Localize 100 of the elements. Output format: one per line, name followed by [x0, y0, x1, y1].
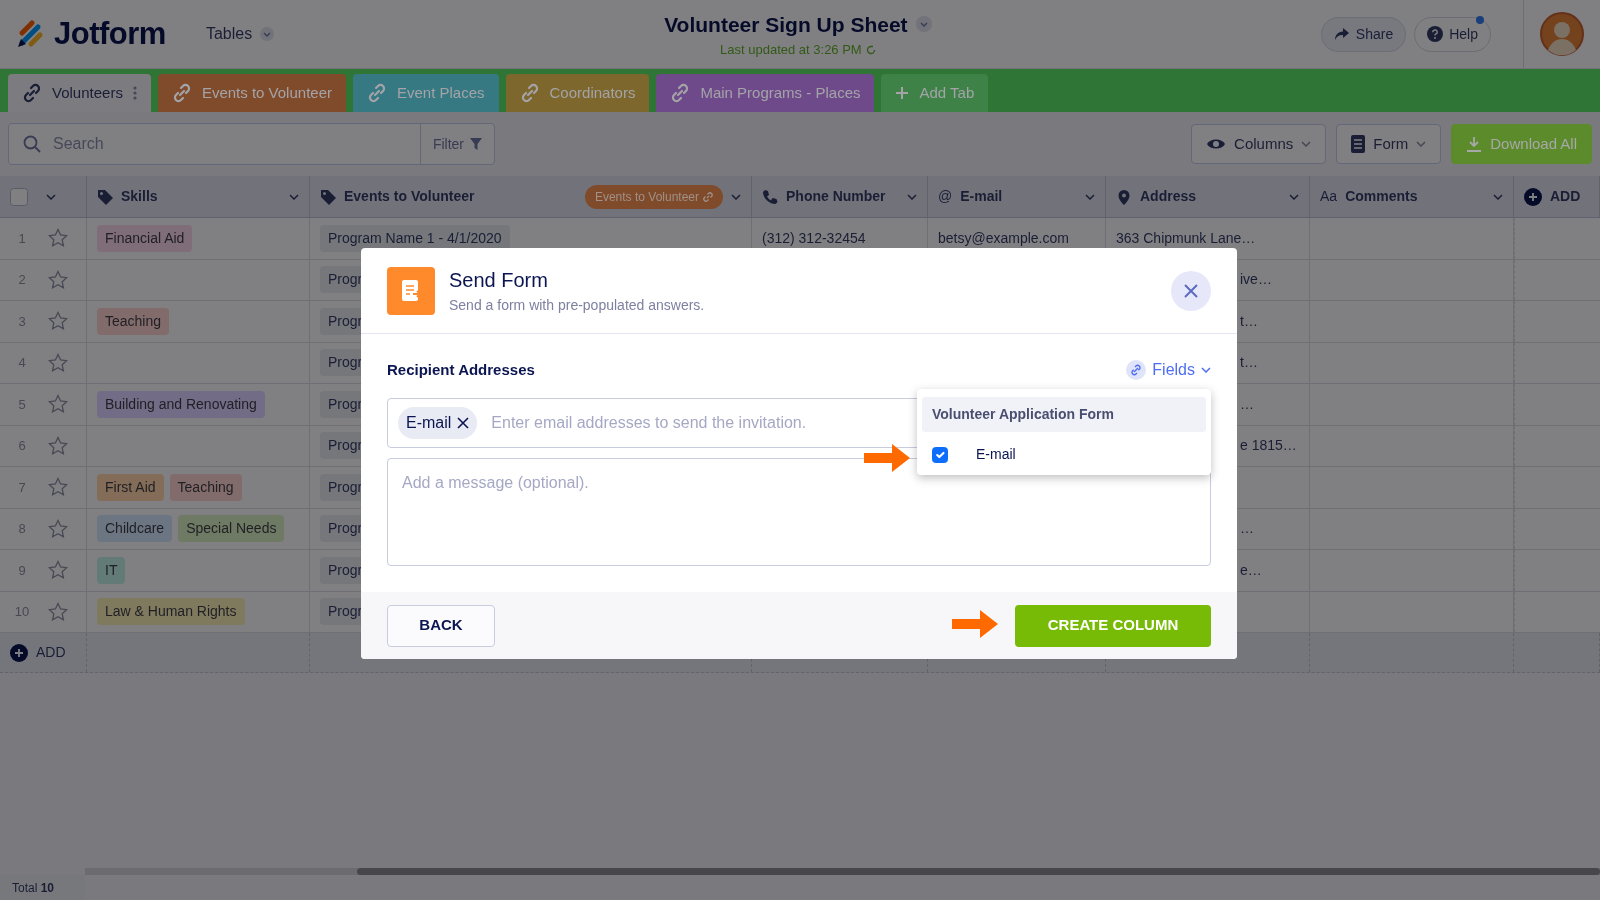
- star-icon[interactable]: [48, 269, 68, 290]
- table-cell-text: betsy@example.com: [938, 228, 1069, 248]
- create-column-button[interactable]: CREATE COLUMN: [1015, 604, 1211, 647]
- table-cell-text: ive…: [1240, 270, 1272, 290]
- table-tab[interactable]: Event Places: [353, 74, 499, 112]
- search-icon: [23, 135, 41, 153]
- plus-circle-icon: [10, 643, 28, 662]
- table-tab[interactable]: Coordinators: [505, 74, 650, 112]
- location-pin-icon: [1116, 188, 1132, 205]
- last-updated-text: Last updated at 3:26 PM: [720, 41, 862, 59]
- table-tab[interactable]: Main Programs - Places: [656, 74, 875, 112]
- table-cell-text: t…: [1240, 353, 1258, 373]
- back-button[interactable]: BACK: [387, 604, 495, 647]
- star-icon[interactable]: [48, 435, 68, 456]
- help-icon: [1427, 26, 1444, 42]
- table-cell-text: e 1815…: [1240, 436, 1297, 456]
- row-number: 7: [17, 478, 27, 497]
- close-icon: [457, 417, 470, 429]
- chevron-down-icon[interactable]: [915, 16, 932, 33]
- link-icon: [670, 83, 691, 103]
- skill-tag: Building and Renovating: [97, 390, 265, 418]
- star-icon[interactable]: [48, 228, 68, 249]
- add-row-button[interactable]: ADD: [10, 642, 66, 663]
- link-icon: [22, 83, 42, 103]
- column-type-icon: @: [938, 186, 953, 207]
- star-icon[interactable]: [48, 311, 68, 332]
- logo-text: Jotform: [54, 14, 166, 53]
- columns-button[interactable]: Columns: [1191, 124, 1327, 164]
- table-cell-text: …: [1240, 519, 1254, 539]
- skill-tag: Childcare: [97, 515, 173, 543]
- chevron-down-icon: [907, 193, 917, 200]
- chevron-down-icon: [260, 27, 275, 41]
- table-cell-text: t…: [1240, 311, 1258, 331]
- link-icon: [171, 83, 192, 103]
- notification-dot: [1476, 15, 1484, 24]
- table-tab[interactable]: Events to Volunteer: [157, 74, 346, 112]
- column-header[interactable]: Phone Number: [786, 186, 886, 207]
- message-field[interactable]: Add a message (optional).: [387, 458, 1211, 566]
- add-tab-button[interactable]: Add Tab: [881, 74, 989, 112]
- section-label: Recipient Addresses: [387, 359, 535, 380]
- select-all-checkbox[interactable]: [10, 187, 28, 206]
- column-header[interactable]: Address: [1140, 186, 1197, 207]
- star-icon[interactable]: [48, 518, 68, 539]
- chip-label: E-mail: [406, 413, 452, 433]
- skill-tag: Law & Human Rights: [97, 598, 245, 626]
- remove-chip-button[interactable]: [457, 417, 470, 429]
- share-icon: [1333, 27, 1350, 41]
- total-count: Total 10: [12, 879, 55, 897]
- download-icon: [1466, 136, 1483, 152]
- scrollbar[interactable]: [85, 868, 1600, 875]
- fields-button[interactable]: Fields: [1126, 358, 1211, 382]
- help-button[interactable]: Help: [1414, 16, 1491, 52]
- phone-icon: [762, 188, 778, 205]
- skill-tag: First Aid: [97, 473, 164, 501]
- plus-circle-icon: [1524, 187, 1542, 206]
- chevron-down-icon: [46, 193, 56, 200]
- chevron-down-icon: [1416, 141, 1427, 147]
- app-menu[interactable]: Tables: [189, 22, 275, 46]
- avatar-icon[interactable]: [1540, 12, 1584, 56]
- star-icon[interactable]: [48, 560, 68, 581]
- star-icon[interactable]: [48, 352, 68, 373]
- link-icon: [367, 83, 387, 103]
- search-bar[interactable]: Search Filter: [8, 123, 495, 165]
- filter-button[interactable]: Filter: [419, 124, 494, 164]
- column-header[interactable]: Events to Volunteer: [344, 186, 475, 207]
- star-icon[interactable]: [48, 394, 68, 415]
- skill-tag: Financial Aid: [97, 224, 193, 252]
- search-input[interactable]: Search: [51, 131, 420, 157]
- link-icon: [703, 191, 713, 202]
- plus-icon: [895, 86, 910, 100]
- chevron-down-icon: [731, 193, 741, 200]
- skill-tag: Special Needs: [178, 515, 285, 543]
- eye-icon: [1206, 137, 1227, 151]
- column-header[interactable]: Comments: [1345, 186, 1418, 207]
- table-tab[interactable]: Volunteers: [8, 74, 151, 112]
- share-button[interactable]: Share: [1320, 16, 1407, 52]
- skill-tag: Teaching: [169, 473, 242, 501]
- column-header[interactable]: Skills: [121, 186, 158, 207]
- tag-icon: [97, 188, 113, 205]
- dropdown-heading: Volunteer Application Form: [922, 397, 1206, 432]
- row-number: 2: [17, 271, 27, 289]
- column-header[interactable]: E-mail: [960, 186, 1003, 207]
- table-cell-text: e…: [1240, 560, 1262, 580]
- link-icon: [519, 83, 540, 103]
- table-cell-text: (312) 312-32454: [762, 228, 866, 248]
- row-number: 3: [17, 312, 27, 331]
- modal-title: Send Form: [449, 268, 549, 293]
- linked-table-badge[interactable]: Events to Volunteer: [584, 184, 723, 209]
- chevron-down-icon: [289, 193, 299, 200]
- form-button[interactable]: Form: [1336, 124, 1442, 164]
- tag-icon: [320, 188, 336, 205]
- star-icon[interactable]: [48, 477, 68, 498]
- document-icon: [1351, 135, 1366, 153]
- refresh-icon: [865, 44, 876, 55]
- close-icon: [1183, 282, 1199, 299]
- field-checkbox[interactable]: [932, 446, 948, 463]
- star-icon[interactable]: [48, 601, 68, 622]
- row-number: 8: [17, 520, 27, 538]
- close-button[interactable]: [1171, 270, 1211, 311]
- add-column-button[interactable]: ADD: [1524, 186, 1581, 207]
